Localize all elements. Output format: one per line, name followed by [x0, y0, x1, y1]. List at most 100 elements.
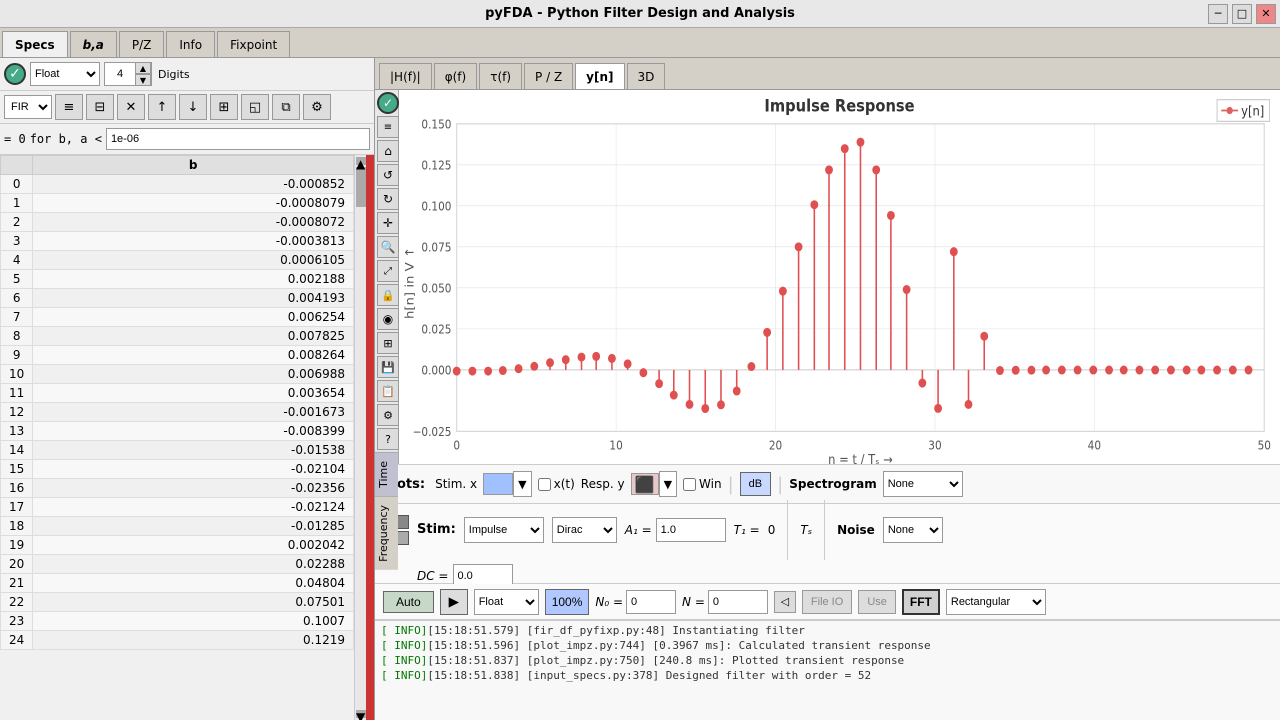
- plot-zoom-rect-button[interactable]: ⤢: [377, 260, 399, 282]
- tab-pz[interactable]: P/Z: [119, 31, 165, 57]
- fft-button[interactable]: FFT: [902, 589, 940, 615]
- digits-up[interactable]: ▲: [135, 62, 151, 74]
- table-row[interactable]: 60.004193: [1, 289, 354, 308]
- list-button[interactable]: ≡: [55, 94, 83, 120]
- table-row[interactable]: 17-0.02124: [1, 498, 354, 517]
- resize-handle[interactable]: [366, 155, 374, 720]
- table-row[interactable]: 0-0.000852: [1, 175, 354, 194]
- minimize-button[interactable]: ─: [1208, 4, 1228, 24]
- table-row[interactable]: 240.1219: [1, 631, 354, 650]
- tab-specs[interactable]: Specs: [2, 31, 68, 57]
- plot-pin-button[interactable]: ◉: [377, 308, 399, 330]
- log-area[interactable]: [ INFO][15:18:51.579] [fir_df_pyfixp.py:…: [375, 620, 1280, 720]
- table-row[interactable]: 2-0.0008072: [1, 213, 354, 232]
- plot-lock-button[interactable]: 🔒: [377, 284, 399, 306]
- resp-color-display[interactable]: ⬛: [631, 473, 659, 495]
- format-select[interactable]: Float: [30, 62, 100, 86]
- stim-color-box[interactable]: [483, 473, 513, 495]
- table-row[interactable]: 110.003654: [1, 384, 354, 403]
- window-select[interactable]: Rectangular: [946, 589, 1046, 615]
- table-row[interactable]: 15-0.02104: [1, 460, 354, 479]
- delete-button[interactable]: ✕: [117, 94, 145, 120]
- xt-checkbox[interactable]: [538, 478, 551, 491]
- plot-move-button[interactable]: ✛: [377, 212, 399, 234]
- table-row[interactable]: 13-0.008399: [1, 422, 354, 441]
- tab-info[interactable]: Info: [166, 31, 215, 57]
- table-row[interactable]: 14-0.01538: [1, 441, 354, 460]
- table-row[interactable]: 40.0006105: [1, 251, 354, 270]
- plot-grid-button[interactable]: ⊞: [377, 332, 399, 354]
- float-select[interactable]: Float: [474, 589, 539, 615]
- table-row[interactable]: 70.006254: [1, 308, 354, 327]
- move-down-button[interactable]: ↓: [179, 94, 207, 120]
- auto-button[interactable]: Auto: [383, 591, 434, 613]
- table-row[interactable]: 220.07501: [1, 593, 354, 612]
- file-io-button[interactable]: File IO: [802, 590, 852, 614]
- spectrogram-select[interactable]: None: [883, 471, 963, 497]
- plot-check-button[interactable]: ✓: [377, 92, 399, 114]
- scroll-thumb[interactable]: [356, 167, 366, 207]
- plot-undo-button[interactable]: ↺: [377, 164, 399, 186]
- scrollbar[interactable]: ▲ ▼: [354, 155, 366, 720]
- grid-button[interactable]: ⊞: [210, 94, 238, 120]
- n-input[interactable]: [708, 590, 768, 614]
- move-up-button[interactable]: ↑: [148, 94, 176, 120]
- tab-yn[interactable]: y[n]: [575, 63, 624, 89]
- frequency-button[interactable]: Frequency: [375, 496, 398, 570]
- table-row[interactable]: 210.04804: [1, 574, 354, 593]
- settings-button[interactable]: ⚙: [303, 94, 331, 120]
- table-row[interactable]: 100.006988: [1, 365, 354, 384]
- plot-help-button[interactable]: ?: [377, 428, 399, 450]
- tab-pz-plot[interactable]: P / Z: [524, 63, 573, 89]
- tab-3d[interactable]: 3D: [627, 63, 666, 89]
- plot-lines-button[interactable]: ≡: [377, 116, 399, 138]
- scroll-up-arrow[interactable]: ▲: [356, 157, 366, 165]
- percent-button[interactable]: 100%: [545, 589, 590, 615]
- plot-save-button[interactable]: 💾: [377, 356, 399, 378]
- a1-input[interactable]: [656, 518, 726, 542]
- digits-spinbox[interactable]: ▲ ▼: [104, 62, 152, 86]
- scroll-down-arrow[interactable]: ▼: [356, 710, 366, 718]
- threshold-input[interactable]: [106, 128, 370, 150]
- load-button[interactable]: ◱: [241, 94, 269, 120]
- resp-type-dropdown[interactable]: ▼: [659, 471, 677, 497]
- stim-type-dropdown[interactable]: ▼: [513, 471, 531, 497]
- table-row[interactable]: 12-0.001673: [1, 403, 354, 422]
- close-button[interactable]: ✕: [1256, 4, 1276, 24]
- win-checkbox[interactable]: [683, 478, 696, 491]
- table-row[interactable]: 90.008264: [1, 346, 354, 365]
- plot-redo-button[interactable]: ↻: [377, 188, 399, 210]
- table-row[interactable]: 50.002188: [1, 270, 354, 289]
- time-button[interactable]: Time: [375, 452, 398, 496]
- plot-settings-btn[interactable]: ⚙: [377, 404, 399, 426]
- digits-down[interactable]: ▼: [135, 74, 151, 86]
- use-button[interactable]: Use: [858, 590, 896, 614]
- plot-home-button[interactable]: ⌂: [377, 140, 399, 162]
- validate-button[interactable]: ✓: [4, 63, 26, 85]
- filter-button[interactable]: ⊟: [86, 94, 114, 120]
- table-row[interactable]: 1-0.0008079: [1, 194, 354, 213]
- stim-subtype-select[interactable]: Dirac: [552, 517, 617, 543]
- table-row[interactable]: 18-0.01285: [1, 517, 354, 536]
- coeff-table-scroll[interactable]: b 0-0.0008521-0.00080792-0.00080723-0.00…: [0, 155, 354, 720]
- table-row[interactable]: 190.002042: [1, 536, 354, 555]
- table-row[interactable]: 3-0.0003813: [1, 232, 354, 251]
- tab-pf[interactable]: φ(f): [434, 63, 478, 89]
- table-row[interactable]: 230.1007: [1, 612, 354, 631]
- table-row[interactable]: 200.02288: [1, 555, 354, 574]
- copy-button[interactable]: ⧉: [272, 94, 300, 120]
- plot-zoom-button[interactable]: 🔍: [377, 236, 399, 258]
- tab-tf[interactable]: τ(f): [479, 63, 522, 89]
- play-button[interactable]: ▶: [440, 589, 468, 615]
- col-header-b[interactable]: b: [33, 156, 354, 175]
- n-decrement-button[interactable]: ◁: [774, 591, 796, 613]
- n0-input[interactable]: [626, 590, 676, 614]
- tab-ba[interactable]: b,a: [70, 31, 117, 57]
- maximize-button[interactable]: □: [1232, 4, 1252, 24]
- table-row[interactable]: 16-0.02356: [1, 479, 354, 498]
- table-row[interactable]: 80.007825: [1, 327, 354, 346]
- tab-fixpoint[interactable]: Fixpoint: [217, 31, 290, 57]
- impulse-response-chart[interactable]: Impulse Response y[n]: [399, 90, 1280, 464]
- stim-type-select[interactable]: Impulse: [464, 517, 544, 543]
- tab-hf[interactable]: |H(f)|: [379, 63, 432, 89]
